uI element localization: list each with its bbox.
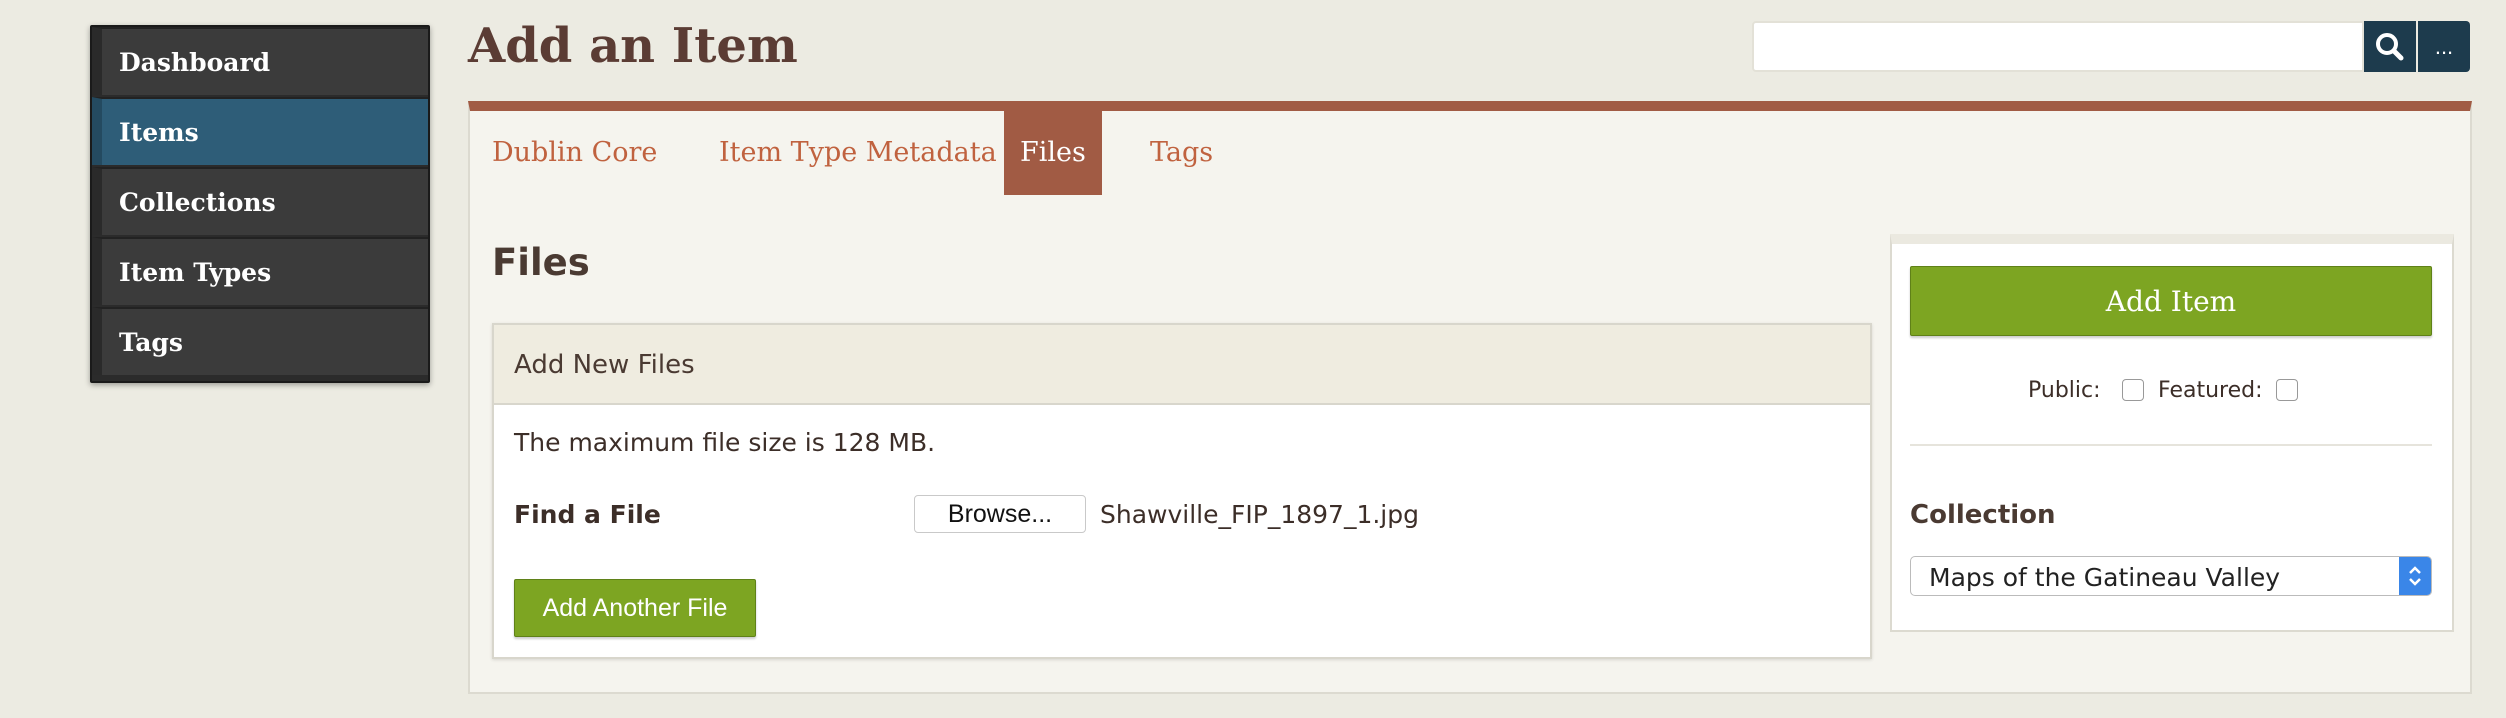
search-options-button[interactable]: ...: [2418, 21, 2470, 72]
search-button[interactable]: [2364, 21, 2416, 72]
add-another-file-button[interactable]: Add Another File: [514, 579, 756, 637]
search-icon: [2376, 33, 2404, 61]
sidebar-item-items[interactable]: Items: [92, 97, 428, 165]
selected-file-name: Shawville_FIP_1897_1.jpg: [1100, 500, 1419, 529]
sidebar-item-item-types[interactable]: Item Types: [92, 237, 428, 305]
collection-select[interactable]: Maps of the Gatineau Valley: [1910, 556, 2432, 596]
main-panel: Dublin Core Item Type Metadata Files Tag…: [468, 101, 2472, 694]
collection-label: Collection: [1910, 500, 2056, 530]
featured-checkbox[interactable]: [2276, 379, 2298, 401]
public-label: Public:: [2028, 378, 2101, 403]
sidebar-item-dashboard[interactable]: Dashboard: [92, 27, 428, 95]
sidebar-item-tags[interactable]: Tags: [92, 307, 428, 375]
browse-button[interactable]: Browse...: [914, 495, 1086, 533]
max-file-size-text: The maximum file size is 128 MB.: [514, 428, 936, 457]
public-checkbox[interactable]: [2122, 379, 2144, 401]
chevron-up-down-icon: [2409, 566, 2421, 586]
add-files-box-title: Add New Files: [494, 325, 1870, 405]
tab-files[interactable]: Files: [1004, 111, 1102, 195]
sidebar-nav: Dashboard Items Collections Item Types T…: [90, 25, 430, 383]
featured-label: Featured:: [2158, 378, 2263, 403]
collection-select-value: Maps of the Gatineau Valley: [1929, 563, 2281, 592]
add-item-button[interactable]: Add Item: [1910, 266, 2432, 336]
select-arrow-button[interactable]: [2399, 557, 2431, 595]
tab-item-type-metadata[interactable]: Item Type Metadata: [703, 111, 1013, 195]
tab-dublin-core[interactable]: Dublin Core: [476, 111, 673, 195]
divider: [1910, 444, 2432, 446]
search-input[interactable]: [1752, 21, 2364, 72]
tab-tags[interactable]: Tags: [1134, 111, 1229, 195]
find-file-label: Find a File: [514, 500, 661, 529]
add-files-box: Add New Files The maximum file size is 1…: [492, 323, 1872, 659]
sidebar-item-collections[interactable]: Collections: [92, 167, 428, 235]
save-panel: Add Item Public: Featured: Collection Ma…: [1890, 234, 2454, 632]
page-title: Add an Item: [468, 18, 798, 74]
files-heading: Files: [492, 241, 590, 284]
